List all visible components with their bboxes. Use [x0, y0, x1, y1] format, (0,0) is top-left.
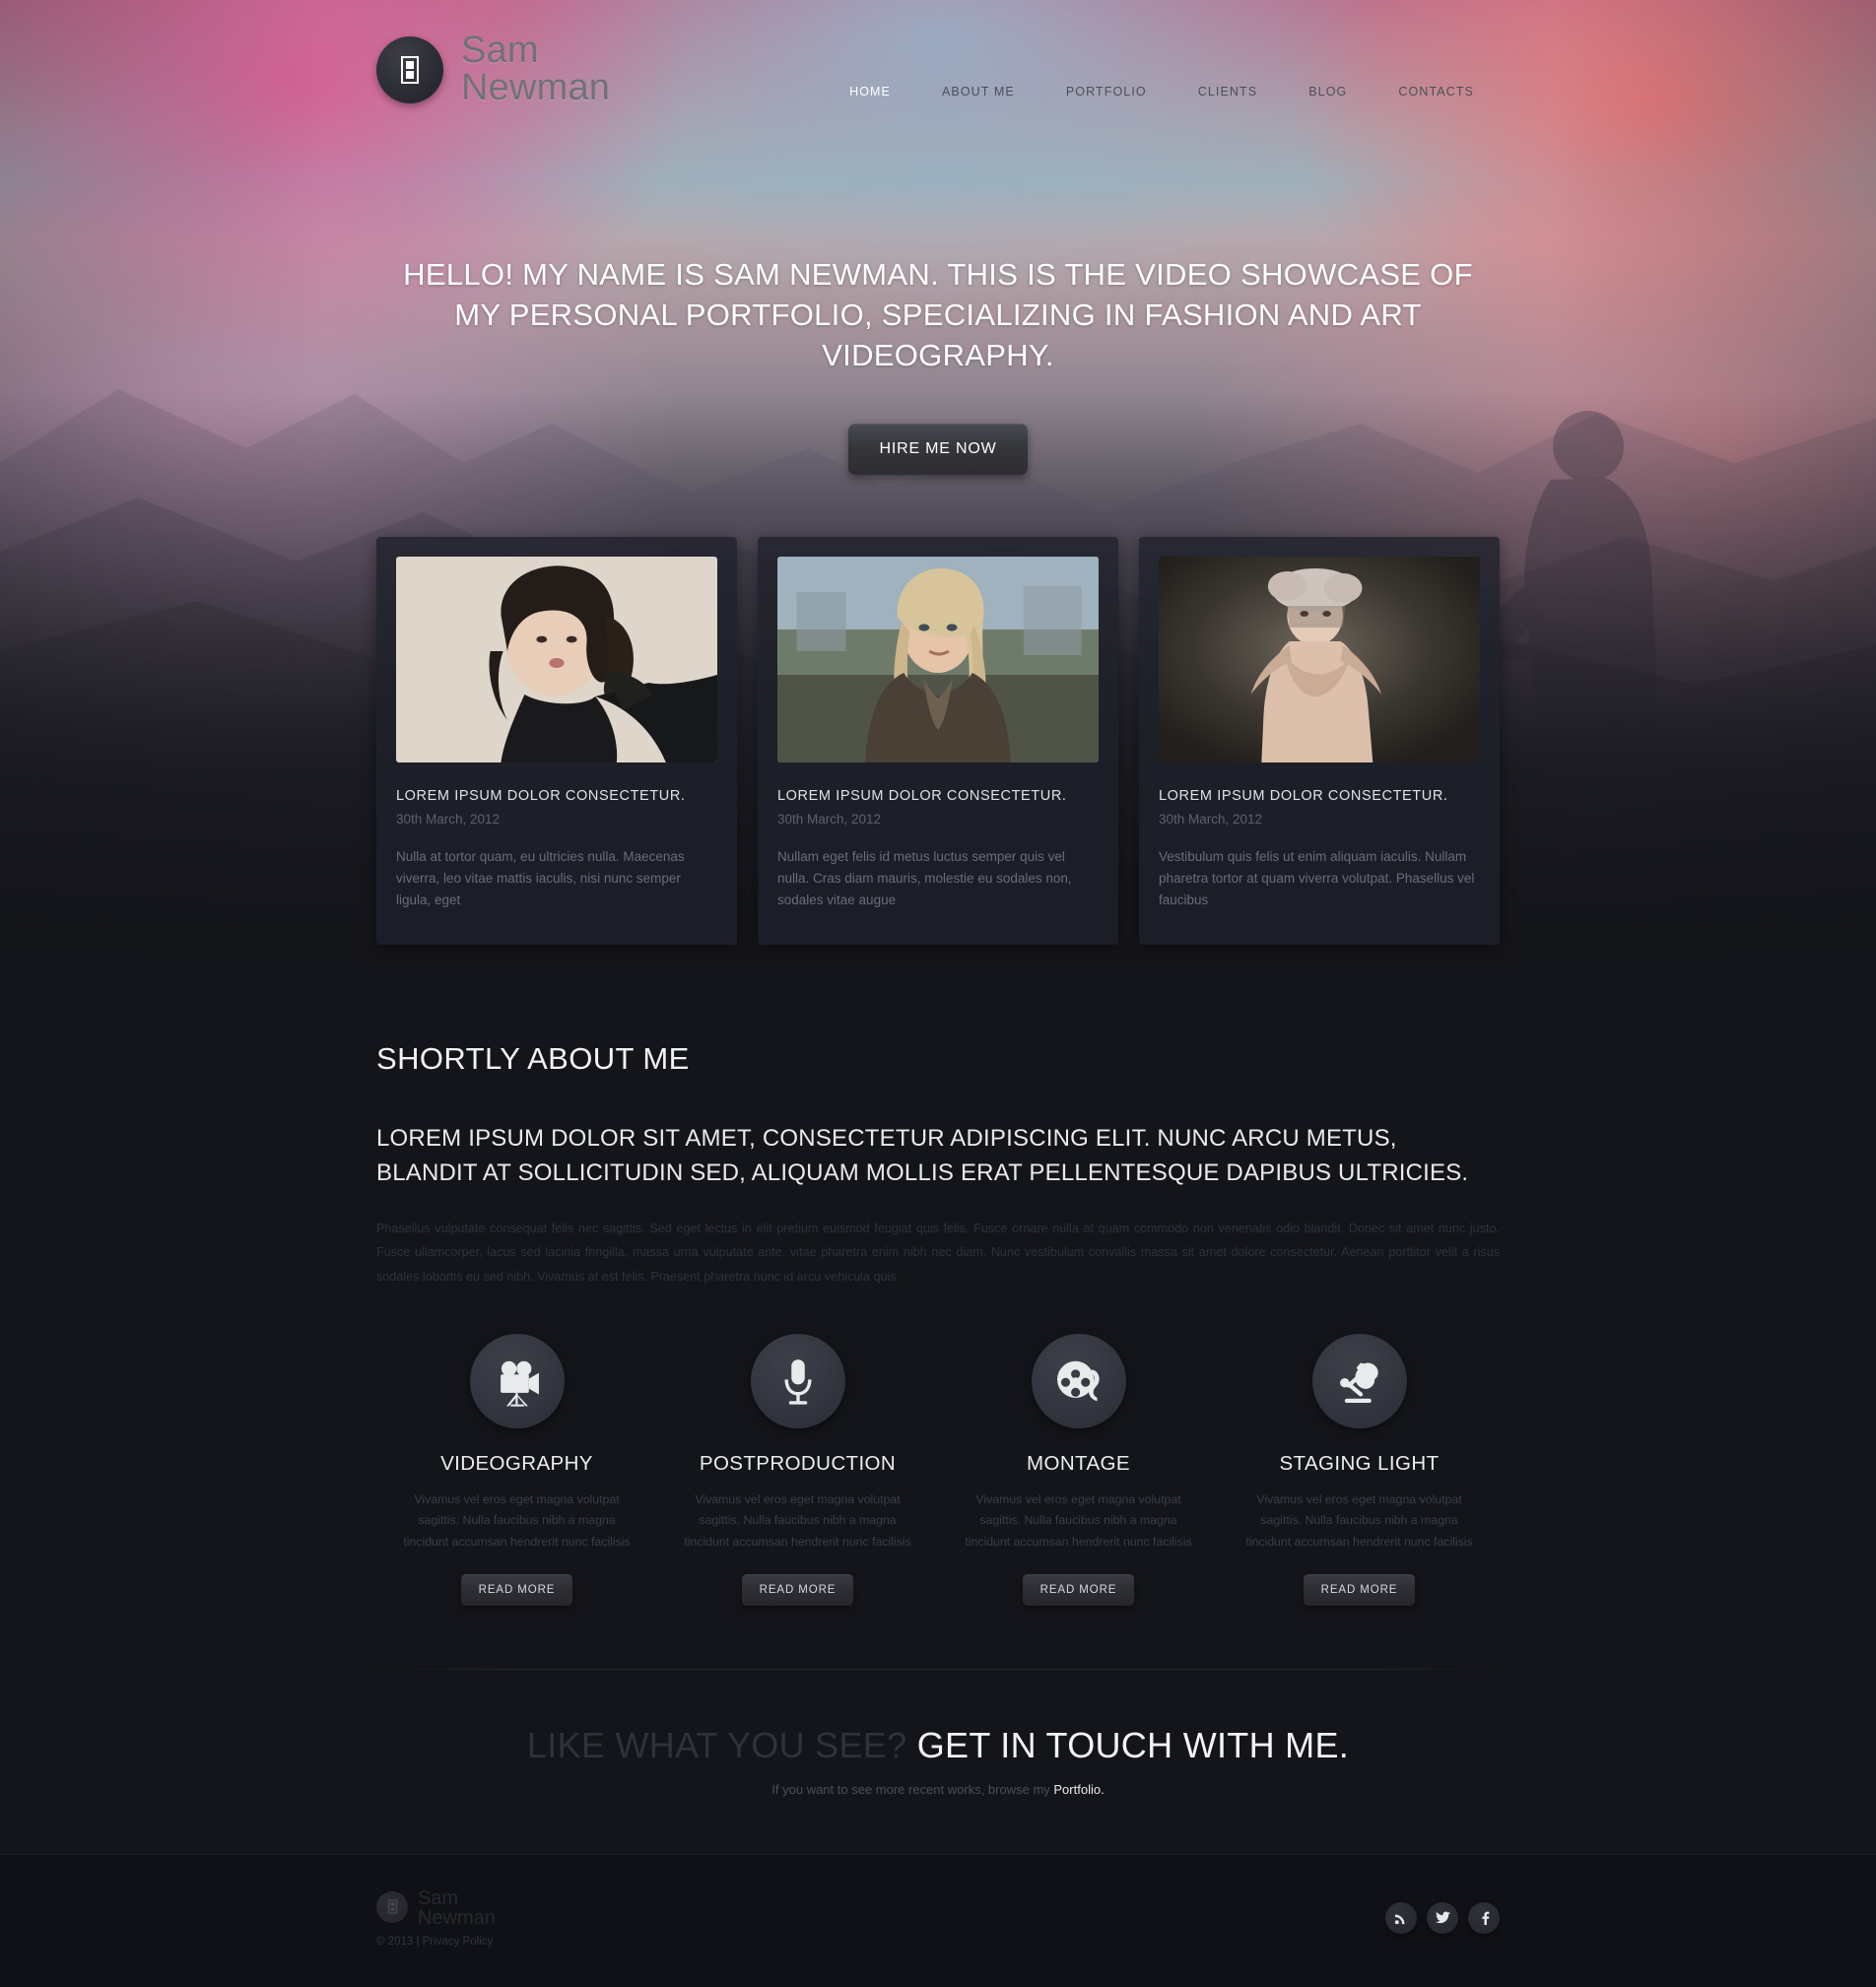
service-description: Vivamus vel eros eget magna volutpat sag… [684, 1492, 911, 1549]
cta-headline-dim: LIKE WHAT YOU SEE? [526, 1724, 907, 1765]
cta-headline-bright: GET IN TOUCH WITH ME. [916, 1724, 1350, 1765]
about-lead-text: LOREM IPSUM DOLOR SIT AMET, CONSECTETUR … [376, 1125, 1469, 1186]
post-date: 30th March, 2012 [1159, 812, 1263, 827]
post-excerpt: Vestibulum quis felis ut enim aliquam ia… [1159, 849, 1475, 907]
about-body-text: Phasellus vulputate consequat felis nec … [376, 1221, 1500, 1284]
nav-item-portfolio[interactable]: PORTFOLIO [1040, 85, 1172, 99]
about-section: SHORTLY ABOUT ME LOREM IPSUM DOLOR SIT A… [376, 1000, 1500, 1289]
post-excerpt: Nulla at tortor quam, eu ultricies nulla… [396, 849, 685, 907]
service-item-montage: MONTAGE Vivamus vel eros eget magna volu… [938, 1334, 1219, 1606]
service-title: STAGING LIGHT [1279, 1452, 1440, 1476]
footer-brand[interactable]: Sam Newman [376, 1888, 496, 1928]
read-more-button[interactable]: READ MORE [741, 1573, 854, 1606]
services-list: VIDEOGRAPHY Vivamus vel eros eget magna … [376, 1334, 1500, 1606]
service-description: Vivamus vel eros eget magna volutpat sag… [1245, 1492, 1473, 1549]
service-item-postproduction: POSTPRODUCTION Vivamus vel eros eget mag… [657, 1334, 938, 1606]
nav-item-about-me[interactable]: ABOUT ME [916, 85, 1040, 99]
post-date: 30th March, 2012 [396, 812, 501, 827]
main-content: SHORTLY ABOUT ME LOREM IPSUM DOLOR SIT A… [0, 1000, 1876, 1987]
post-card[interactable]: LOREM IPSUM DOLOR CONSECTETUR. 30th Marc… [758, 537, 1118, 945]
site-header: Sam Newman HOME ABOUT ME PORTFOLIO CLIEN… [0, 0, 1876, 204]
nav-item-contacts[interactable]: CONTACTS [1373, 85, 1500, 99]
cta-section: LIKE WHAT YOU SEE? GET IN TOUCH WITH ME.… [376, 1670, 1500, 1854]
twitter-icon[interactable] [1427, 1901, 1458, 1934]
post-thumbnail[interactable] [777, 557, 1099, 762]
post-card[interactable]: LOREM IPSUM DOLOR CONSECTETUR. 30th Marc… [376, 537, 737, 945]
brand-line-1: Sam [461, 30, 539, 71]
portfolio-link[interactable]: Portfolio. [1053, 1782, 1104, 1797]
cta-subtext-prefix: If you want to see more recent works, br… [771, 1781, 1054, 1797]
film-reel-icon [1031, 1334, 1126, 1429]
nav-item-home[interactable]: HOME [824, 85, 916, 99]
post-title: LOREM IPSUM DOLOR CONSECTETUR. [777, 788, 1067, 804]
brand-line-2: Newman [461, 66, 611, 108]
read-more-button[interactable]: READ MORE [1022, 1573, 1135, 1606]
cta-headline: LIKE WHAT YOU SEE? GET IN TOUCH WITH ME. [376, 1725, 1500, 1766]
brand-name: Sam Newman [461, 30, 611, 108]
service-description: Vivamus vel eros eget magna volutpat sag… [965, 1492, 1192, 1549]
film-strip-icon [376, 1890, 408, 1923]
about-section-title: SHORTLY ABOUT ME [376, 1041, 690, 1076]
nav-item-clients[interactable]: CLIENTS [1172, 85, 1284, 99]
site-footer: Sam Newman © 2013 | Privacy Policy [0, 1853, 1876, 1987]
film-strip-icon [376, 35, 443, 103]
brand-logo[interactable]: Sam Newman [376, 30, 611, 108]
copyright-text: © 2013 | Privacy Policy [376, 1935, 494, 1948]
desk-lamp-icon [1311, 1334, 1407, 1429]
post-card[interactable]: LOREM IPSUM DOLOR CONSECTETUR. 30th Marc… [1139, 537, 1500, 945]
read-more-button[interactable]: READ MORE [1303, 1573, 1416, 1606]
movie-camera-icon [469, 1334, 565, 1429]
footer-brand-line-2: Newman [418, 1906, 496, 1929]
post-thumbnail[interactable] [396, 557, 717, 762]
footer-brand-name: Sam Newman [418, 1888, 496, 1928]
hero-section: Sam Newman HOME ABOUT ME PORTFOLIO CLIEN… [0, 0, 1876, 1000]
service-description: Vivamus vel eros eget magna volutpat sag… [403, 1492, 631, 1549]
social-links [1385, 1901, 1500, 1934]
service-title: VIDEOGRAPHY [440, 1452, 593, 1476]
hire-me-now-button[interactable]: HIRE ME NOW [848, 423, 1028, 475]
microphone-icon [750, 1334, 845, 1429]
hero-headline: HELLO! MY NAME IS SAM NEWMAN. THIS IS TH… [403, 257, 1473, 373]
featured-posts: LOREM IPSUM DOLOR CONSECTETUR. 30th Marc… [376, 537, 1500, 945]
rss-icon[interactable] [1385, 1901, 1417, 1934]
post-excerpt: Nullam eget felis id metus luctus semper… [777, 849, 1072, 907]
nav-item-blog[interactable]: BLOG [1283, 85, 1373, 99]
service-item-staging-light: STAGING LIGHT Vivamus vel eros eget magn… [1219, 1334, 1500, 1606]
page-root: Sam Newman HOME ABOUT ME PORTFOLIO CLIEN… [0, 0, 1876, 1987]
cta-subtext: If you want to see more recent works, br… [376, 1782, 1500, 1797]
footer-brand-block: Sam Newman © 2013 | Privacy Policy [376, 1888, 496, 1948]
post-title: LOREM IPSUM DOLOR CONSECTETUR. [1159, 788, 1448, 804]
facebook-icon[interactable] [1468, 1901, 1500, 1934]
post-date: 30th March, 2012 [777, 812, 882, 827]
hero-content: HELLO! MY NAME IS SAM NEWMAN. THIS IS TH… [376, 254, 1500, 475]
footer-brand-line-1: Sam [418, 1887, 459, 1909]
read-more-button[interactable]: READ MORE [460, 1573, 573, 1606]
service-item-videography: VIDEOGRAPHY Vivamus vel eros eget magna … [376, 1334, 657, 1606]
service-title: POSTPRODUCTION [699, 1452, 897, 1476]
post-title: LOREM IPSUM DOLOR CONSECTETUR. [396, 788, 686, 804]
service-title: MONTAGE [1027, 1452, 1130, 1476]
main-navigation: HOME ABOUT ME PORTFOLIO CLIENTS BLOG CON… [824, 85, 1500, 99]
post-thumbnail[interactable] [1159, 557, 1480, 762]
